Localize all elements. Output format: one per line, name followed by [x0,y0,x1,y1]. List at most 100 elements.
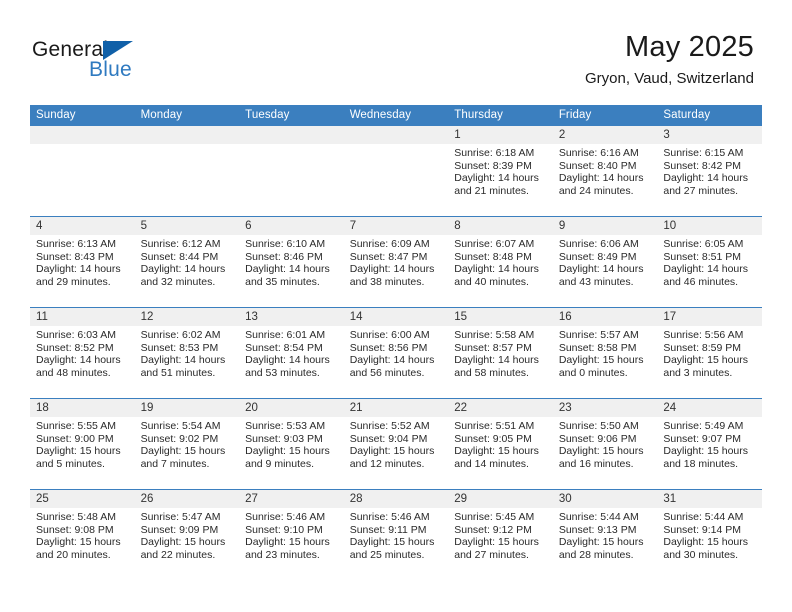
calendar-day-cell[interactable]: 10 Sunrise: 6:05 AM Sunset: 8:51 PM Dayligh… [657,216,762,308]
calendar-day-cell[interactable]: 18 Sunrise: 5:55 AM Sunset: 9:00 PM Dayligh… [30,398,135,490]
day-details: Sunrise: 5:51 AM Sunset: 9:05 PM Daylight:… [448,417,553,470]
sunset-time: Sunset: 9:11 PM [349,523,427,536]
sunrise-time: Sunrise: 6:05 AM [663,238,744,250]
calendar-day-cell[interactable]: 11 Sunrise: 6:03 AM Sunset: 8:52 PM Dayligh… [30,307,135,399]
calendar-day-cell[interactable]: 28 Sunrise: 5:46 AM Sunset: 9:11 PM Dayligh… [343,489,449,580]
daylight-duration-line2: and 12 minutes. [349,457,425,470]
sunset-time: Sunset: 8:51 PM [663,250,742,263]
sunset-time: Sunset: 8:54 PM [245,341,323,354]
calendar-week-row: 18 Sunrise: 5:55 AM Sunset: 9:00 PM Dayligh… [30,398,762,490]
sunset-time: Sunset: 8:42 PM [663,159,742,172]
day-details: Sunrise: 6:10 AM Sunset: 8:46 PM Daylight:… [239,235,344,288]
day-number: 19 [134,399,240,417]
day-details: Sunrise: 5:46 AM Sunset: 9:11 PM Daylight:… [344,508,449,561]
calendar-day-cell[interactable]: 21 Sunrise: 5:52 AM Sunset: 9:04 PM Dayligh… [343,398,449,490]
sunset-time: Sunset: 9:00 PM [36,432,114,445]
daylight-duration-line2: and 27 minutes. [663,184,739,197]
daylight-duration-line1: Daylight: 15 hours [349,445,435,458]
sunrise-time: Sunrise: 6:16 AM [558,147,639,159]
daylight-duration-line1: Daylight: 14 hours [454,172,539,185]
sunrise-time: Sunrise: 6:01 AM [245,329,326,341]
day-number [343,126,449,144]
daylight-duration-line2: and 14 minutes. [454,457,529,470]
calendar-day-cell[interactable]: 27 Sunrise: 5:46 AM Sunset: 9:10 PM Dayligh… [239,489,344,580]
day-number: 20 [239,399,344,417]
daylight-duration-line1: Daylight: 14 hours [663,263,749,276]
page-header: General Blue May 2025 Gryon, Vaud, Switz… [0,0,792,100]
calendar-day-cell[interactable]: 14 Sunrise: 6:00 AM Sunset: 8:56 PM Dayligh… [343,307,449,399]
daylight-duration-line2: and 22 minutes. [140,548,216,561]
calendar-day-cell[interactable]: 9 Sunrise: 6:06 AM Sunset: 8:49 PM Daylight… [552,216,658,308]
daylight-duration-line2: and 48 minutes. [36,366,111,379]
day-number [30,126,135,144]
calendar-day-cell[interactable]: 31 Sunrise: 5:44 AM Sunset: 9:14 PM Dayligh… [657,489,762,580]
sunrise-time: Sunrise: 6:02 AM [140,329,221,341]
daylight-duration-line2: and 40 minutes. [454,275,529,288]
calendar-day-cell[interactable]: 12 Sunrise: 6:02 AM Sunset: 8:53 PM Dayligh… [134,307,240,399]
daylight-duration-line2: and 32 minutes. [140,275,216,288]
calendar-day-cell[interactable]: 1 Sunrise: 6:18 AM Sunset: 8:39 PM Daylight… [448,126,553,217]
calendar-day-cell[interactable]: 5 Sunrise: 6:12 AM Sunset: 8:44 PM Daylight… [134,216,240,308]
daylight-duration-line1: Daylight: 15 hours [454,445,539,458]
sunset-time: Sunset: 8:48 PM [454,250,532,263]
daylight-duration-line2: and 25 minutes. [349,548,425,561]
weekday-header-wednesday: Wednesday [343,105,449,126]
calendar-day-cell[interactable]: 16 Sunrise: 5:57 AM Sunset: 8:58 PM Dayligh… [552,307,658,399]
title-block: May 2025 Gryon, Vaud, Switzerland [585,30,754,88]
sunrise-time: Sunrise: 5:54 AM [140,420,221,432]
day-number: 17 [657,308,762,326]
daylight-duration-line1: Daylight: 14 hours [140,354,226,367]
daylight-duration-line2: and 20 minutes. [36,548,111,561]
weekday-header-sunday: Sunday [30,105,135,126]
calendar-day-cell[interactable]: 23 Sunrise: 5:50 AM Sunset: 9:06 PM Dayligh… [552,398,658,490]
calendar-day-cell[interactable]: 15 Sunrise: 5:58 AM Sunset: 8:57 PM Dayligh… [448,307,553,399]
calendar-day-cell[interactable]: 6 Sunrise: 6:10 AM Sunset: 8:46 PM Daylight… [239,216,344,308]
daylight-duration-line1: Daylight: 15 hours [663,354,749,367]
daylight-duration-line1: Daylight: 15 hours [558,445,644,458]
calendar-day-cell[interactable]: 19 Sunrise: 5:54 AM Sunset: 9:02 PM Dayligh… [134,398,240,490]
weekday-header-tuesday: Tuesday [239,105,344,126]
daylight-duration-line2: and 21 minutes. [454,184,529,197]
calendar-week-row: 25 Sunrise: 5:48 AM Sunset: 9:08 PM Dayligh… [30,489,762,580]
day-details: Sunrise: 6:03 AM Sunset: 8:52 PM Daylight:… [30,326,135,379]
location-subtitle: Gryon, Vaud, Switzerland [585,70,754,87]
brand-logo[interactable]: General Blue [32,38,212,84]
sunset-time: Sunset: 8:43 PM [36,250,114,263]
sunrise-time: Sunrise: 6:12 AM [140,238,221,250]
calendar-day-cell[interactable]: 26 Sunrise: 5:47 AM Sunset: 9:09 PM Dayligh… [134,489,240,580]
sunset-time: Sunset: 8:46 PM [245,250,323,263]
calendar-day-cell[interactable]: 25 Sunrise: 5:48 AM Sunset: 9:08 PM Dayligh… [30,489,135,580]
calendar-day-cell[interactable]: 22 Sunrise: 5:51 AM Sunset: 9:05 PM Dayligh… [448,398,553,490]
calendar-day-cell[interactable]: 20 Sunrise: 5:53 AM Sunset: 9:03 PM Dayligh… [239,398,344,490]
sunrise-time: Sunrise: 5:57 AM [558,329,639,341]
calendar-day-cell[interactable]: 2 Sunrise: 6:16 AM Sunset: 8:40 PM Daylight… [552,126,658,217]
calendar-day-cell[interactable]: 8 Sunrise: 6:07 AM Sunset: 8:48 PM Daylight… [448,216,553,308]
day-number: 26 [134,490,240,508]
calendar-day-cell[interactable]: 4 Sunrise: 6:13 AM Sunset: 8:43 PM Daylight… [30,216,135,308]
day-details: Sunrise: 5:44 AM Sunset: 9:14 PM Daylight:… [657,508,762,561]
daylight-duration-line2: and 28 minutes. [558,548,634,561]
weekday-header-friday: Friday [552,105,658,126]
daylight-duration-line2: and 23 minutes. [245,548,320,561]
daylight-duration-line1: Daylight: 15 hours [140,445,226,458]
day-details: Sunrise: 6:06 AM Sunset: 8:49 PM Daylight:… [553,235,658,288]
day-number: 3 [657,126,762,144]
daylight-duration-line2: and 30 minutes. [663,548,739,561]
calendar-week-row: 4 Sunrise: 6:13 AM Sunset: 8:43 PM Daylight… [30,216,762,308]
day-details: Sunrise: 6:02 AM Sunset: 8:53 PM Daylight:… [135,326,240,379]
daylight-duration-line1: Daylight: 15 hours [558,536,644,549]
daylight-duration-line2: and 27 minutes. [454,548,529,561]
calendar-day-cell[interactable]: 13 Sunrise: 6:01 AM Sunset: 8:54 PM Dayligh… [239,307,344,399]
calendar-day-cell[interactable]: 7 Sunrise: 6:09 AM Sunset: 8:47 PM Daylight… [343,216,449,308]
daylight-duration-line1: Daylight: 14 hours [245,354,330,367]
calendar-day-cell[interactable]: 30 Sunrise: 5:44 AM Sunset: 9:13 PM Dayligh… [552,489,658,580]
calendar-day-cell[interactable]: 24 Sunrise: 5:49 AM Sunset: 9:07 PM Dayligh… [657,398,762,490]
day-details [239,144,344,147]
sunset-time: Sunset: 9:07 PM [663,432,742,445]
sunrise-time: Sunrise: 5:56 AM [663,329,744,341]
calendar-day-cell[interactable]: 29 Sunrise: 5:45 AM Sunset: 9:12 PM Dayligh… [448,489,553,580]
calendar-day-cell[interactable]: 17 Sunrise: 5:56 AM Sunset: 8:59 PM Dayligh… [657,307,762,399]
calendar-day-cell[interactable]: 3 Sunrise: 6:15 AM Sunset: 8:42 PM Daylight… [657,126,762,217]
daylight-duration-line2: and 7 minutes. [140,457,210,470]
day-number: 25 [30,490,135,508]
